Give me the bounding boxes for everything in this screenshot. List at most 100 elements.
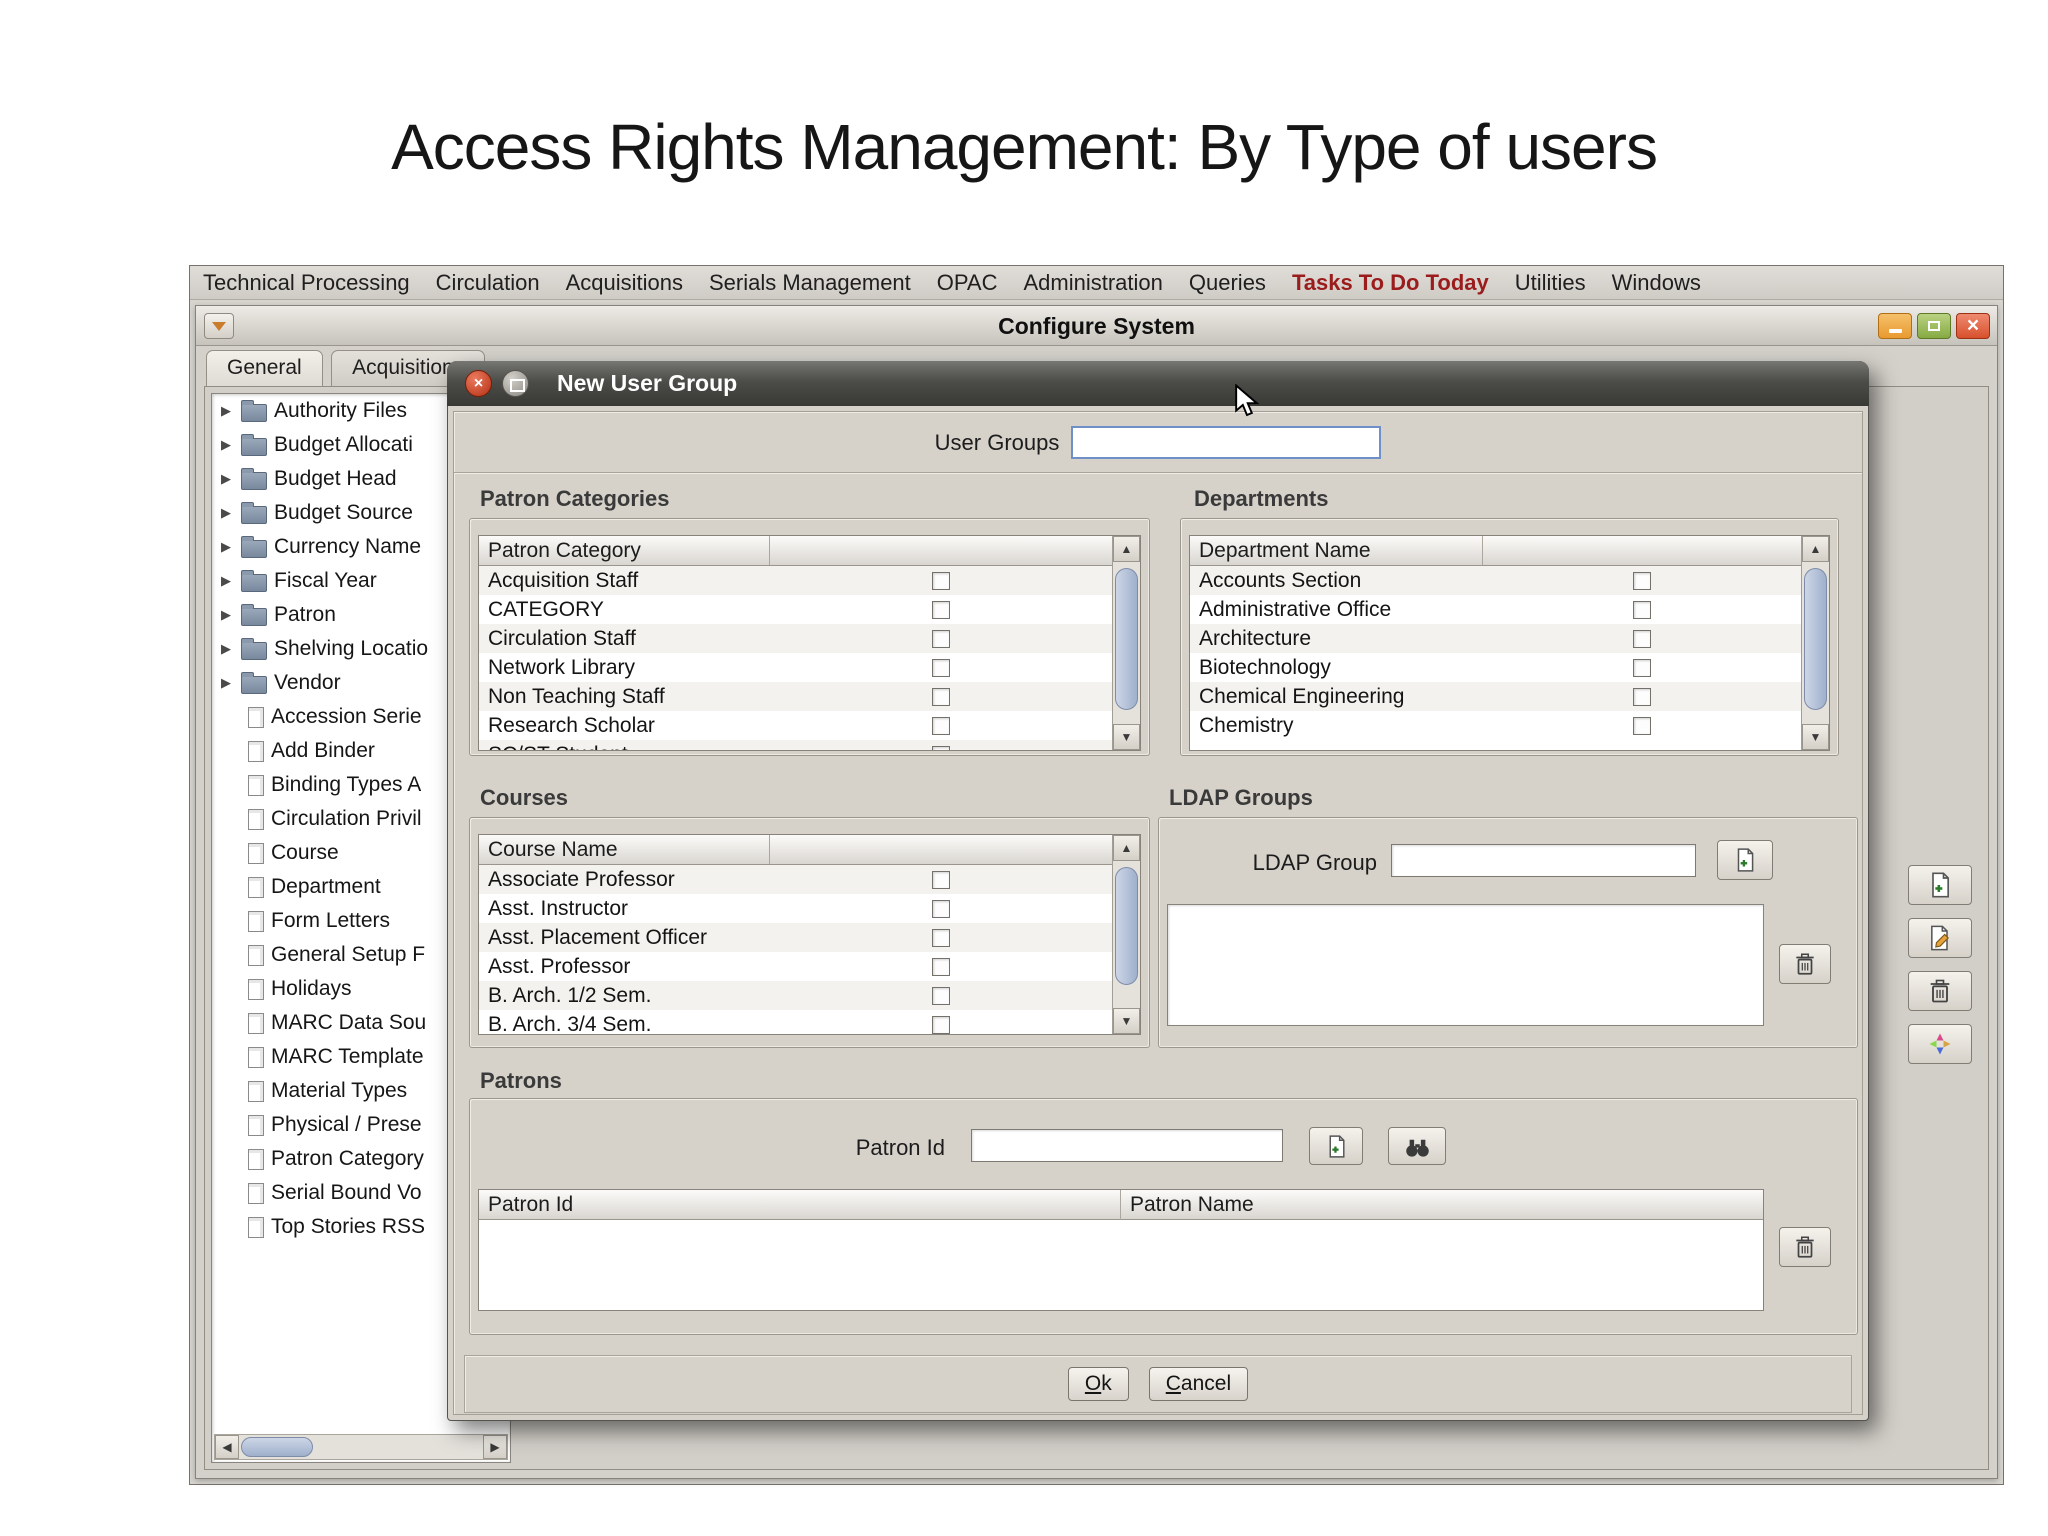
patron-delete-button[interactable] <box>1779 1227 1831 1267</box>
table-row[interactable]: Administrative Office <box>1190 595 1801 624</box>
expand-arrow-icon[interactable]: ▶ <box>218 437 234 453</box>
config-tab[interactable]: General <box>206 350 323 387</box>
scroll-down-arrow[interactable]: ▼ <box>1802 724 1829 750</box>
dialog-minimize-button[interactable] <box>502 370 529 397</box>
vertical-scrollbar[interactable]: ▲ ▼ <box>1112 536 1140 750</box>
scroll-up-arrow[interactable]: ▲ <box>1113 835 1140 861</box>
column-header[interactable]: Patron Id <box>479 1190 1121 1220</box>
user-groups-input[interactable] <box>1071 426 1382 459</box>
scroll-down-arrow[interactable]: ▼ <box>1113 724 1140 750</box>
scroll-up-arrow[interactable]: ▲ <box>1113 536 1140 562</box>
table-row[interactable]: Biotechnology <box>1190 653 1801 682</box>
row-checkbox[interactable] <box>932 716 951 735</box>
menu-item[interactable]: Serials Management <box>696 270 924 296</box>
column-header[interactable]: Patron Name <box>1121 1190 1763 1220</box>
patron-search-button[interactable] <box>1388 1127 1446 1165</box>
row-checkbox[interactable] <box>932 899 951 918</box>
row-checkbox[interactable] <box>932 658 951 677</box>
tree-horizontal-scrollbar[interactable]: ◀ ▶ <box>214 1434 508 1460</box>
expand-arrow-icon[interactable]: ▶ <box>218 573 234 589</box>
scroll-down-arrow[interactable]: ▼ <box>1113 1008 1140 1034</box>
ldap-group-list[interactable] <box>1167 904 1764 1026</box>
table-row[interactable]: Associate Professor <box>479 865 1112 894</box>
maximize-button[interactable] <box>1917 313 1951 339</box>
row-checkbox[interactable] <box>1633 571 1652 590</box>
menu-item[interactable]: Queries <box>1176 270 1279 296</box>
table-row[interactable]: Accounts Section <box>1190 566 1801 595</box>
ldap-group-input[interactable] <box>1391 844 1696 877</box>
table-row[interactable]: CATEGORY <box>479 595 1112 624</box>
scroll-thumb[interactable] <box>1115 867 1138 985</box>
row-checkbox[interactable] <box>1633 658 1652 677</box>
expand-arrow-icon[interactable]: ▶ <box>218 607 234 623</box>
expand-arrow-icon[interactable]: ▶ <box>218 675 234 691</box>
table-row[interactable]: Asst. Placement Officer <box>479 923 1112 952</box>
menu-item[interactable]: Technical Processing <box>190 270 423 296</box>
expand-arrow-icon[interactable]: ▶ <box>218 505 234 521</box>
column-header[interactable]: Department Name <box>1190 536 1484 565</box>
vertical-scrollbar[interactable]: ▲ ▼ <box>1112 835 1140 1034</box>
menu-item[interactable]: Circulation <box>423 270 553 296</box>
cancel-button[interactable]: Cancel <box>1148 1367 1249 1401</box>
table-row[interactable]: Chemistry <box>1190 711 1801 740</box>
table-row[interactable]: SC/ST Student <box>479 740 1112 750</box>
row-checkbox[interactable] <box>932 629 951 648</box>
menu-item[interactable]: Windows <box>1599 270 1714 296</box>
row-checkbox[interactable] <box>932 745 951 750</box>
table-row[interactable]: B. Arch. 1/2 Sem. <box>479 981 1112 1010</box>
table-row[interactable]: Asst. Professor <box>479 952 1112 981</box>
window-titlebar[interactable]: Configure System × <box>196 306 1997 346</box>
menu-item[interactable]: Tasks To Do Today <box>1279 270 1502 296</box>
row-checkbox[interactable] <box>932 571 951 590</box>
minimize-button[interactable] <box>1878 313 1912 339</box>
patron-id-input[interactable] <box>971 1129 1283 1162</box>
expand-arrow-icon[interactable]: ▶ <box>218 539 234 555</box>
ldap-delete-button[interactable] <box>1779 944 1831 984</box>
menu-item[interactable]: Acquisitions <box>553 270 696 296</box>
dialog-titlebar[interactable]: × New User Group <box>447 361 1869 406</box>
scroll-up-arrow[interactable]: ▲ <box>1802 536 1829 562</box>
row-checkbox[interactable] <box>1633 716 1652 735</box>
table-row[interactable]: Non Teaching Staff <box>479 682 1112 711</box>
row-checkbox[interactable] <box>932 600 951 619</box>
column-header[interactable]: Patron Category <box>479 536 771 565</box>
table-row[interactable]: B. Arch. 3/4 Sem. <box>479 1010 1112 1034</box>
scroll-left-arrow[interactable]: ◀ <box>215 1435 239 1459</box>
column-header[interactable]: Course Name <box>479 835 771 864</box>
expand-arrow-icon[interactable]: ▶ <box>218 403 234 419</box>
column-header-checkbox[interactable] <box>770 835 1112 864</box>
table-row[interactable]: Chemical Engineering <box>1190 682 1801 711</box>
scroll-thumb[interactable] <box>241 1437 313 1457</box>
menu-item[interactable]: Administration <box>1011 270 1176 296</box>
table-row[interactable]: Architecture <box>1190 624 1801 653</box>
table-row[interactable]: Research Scholar <box>479 711 1112 740</box>
scroll-thumb[interactable] <box>1804 568 1827 710</box>
row-checkbox[interactable] <box>932 1015 951 1034</box>
scroll-right-arrow[interactable]: ▶ <box>483 1435 507 1459</box>
close-button[interactable]: × <box>1956 313 1990 339</box>
ok-button[interactable]: Ok <box>1067 1367 1129 1401</box>
row-checkbox[interactable] <box>932 928 951 947</box>
expand-arrow-icon[interactable]: ▶ <box>218 641 234 657</box>
vertical-scrollbar[interactable]: ▲ ▼ <box>1801 536 1829 750</box>
edit-record-button[interactable] <box>1908 918 1972 958</box>
table-row[interactable]: Circulation Staff <box>479 624 1112 653</box>
row-checkbox[interactable] <box>932 957 951 976</box>
assign-rights-button[interactable] <box>1908 1024 1972 1064</box>
row-checkbox[interactable] <box>1633 600 1652 619</box>
menu-item[interactable]: Utilities <box>1502 270 1599 296</box>
column-header-checkbox[interactable] <box>1483 536 1801 565</box>
row-checkbox[interactable] <box>932 687 951 706</box>
menu-item[interactable]: OPAC <box>924 270 1011 296</box>
row-checkbox[interactable] <box>932 986 951 1005</box>
column-header-checkbox[interactable] <box>770 536 1112 565</box>
expand-arrow-icon[interactable]: ▶ <box>218 471 234 487</box>
dialog-close-button[interactable]: × <box>465 370 492 397</box>
table-row[interactable]: Network Library <box>479 653 1112 682</box>
patron-add-button[interactable] <box>1309 1127 1363 1165</box>
row-checkbox[interactable] <box>932 870 951 889</box>
table-row[interactable]: Asst. Instructor <box>479 894 1112 923</box>
table-row[interactable]: Acquisition Staff <box>479 566 1112 595</box>
delete-record-button[interactable] <box>1908 971 1972 1011</box>
ldap-add-button[interactable] <box>1717 840 1773 880</box>
